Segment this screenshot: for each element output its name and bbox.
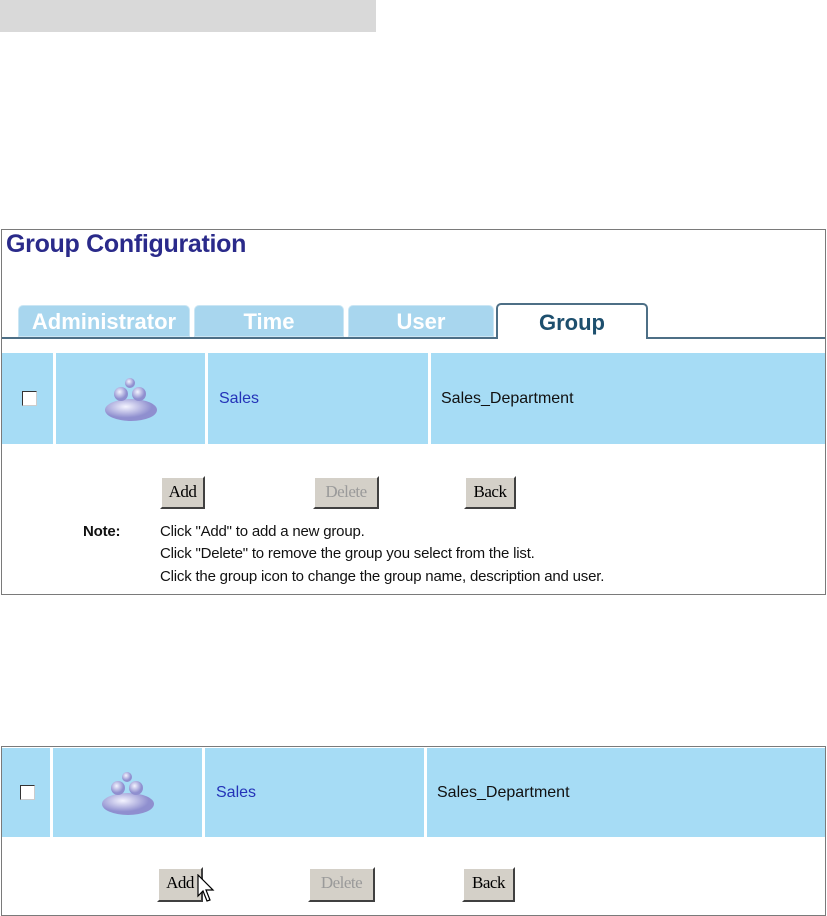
group-description: Sales_Department: [437, 783, 570, 801]
delete-button[interactable]: Delete: [313, 476, 379, 509]
delete-button[interactable]: Delete: [308, 867, 375, 902]
group-name-link[interactable]: Sales: [205, 748, 427, 837]
group-icon-cell: [56, 353, 208, 444]
gray-header-bar: [0, 0, 376, 32]
note-line-1: Note: Click "Add" to add a new group.: [83, 523, 365, 540]
tab-user[interactable]: User: [348, 305, 494, 337]
tab-bar: Administrator Time User Group: [2, 300, 825, 339]
back-button[interactable]: Back: [462, 867, 515, 902]
group-select-checkbox[interactable]: [20, 785, 35, 800]
group-configuration-panel: Group Configuration Administrator Time U…: [1, 229, 826, 595]
mouse-cursor-icon: [197, 874, 215, 902]
group-row: Sales Sales_Department: [2, 748, 825, 837]
tab-group[interactable]: Group: [496, 303, 648, 339]
group-row: Sales Sales_Department: [2, 353, 825, 444]
group-list-panel-zoomed: Sales Sales_Department Add Delete Back: [1, 746, 826, 916]
add-button[interactable]: Add: [160, 476, 205, 509]
tab-administrator[interactable]: Administrator: [18, 305, 190, 337]
group-icon[interactable]: [99, 374, 163, 424]
back-button[interactable]: Back: [464, 476, 516, 509]
group-icon-cell: [53, 748, 205, 837]
note-line-2: Click "Delete" to remove the group you s…: [160, 545, 535, 562]
page-title: Group Configuration: [6, 230, 247, 258]
group-description: Sales_Department: [441, 389, 574, 407]
group-name-link[interactable]: Sales: [208, 353, 431, 444]
note-label: Note:: [83, 523, 121, 540]
note-line-3: Click the group icon to change the group…: [160, 568, 605, 585]
tab-time[interactable]: Time: [194, 305, 344, 337]
group-icon[interactable]: [96, 768, 160, 818]
group-select-checkbox[interactable]: [22, 391, 37, 406]
